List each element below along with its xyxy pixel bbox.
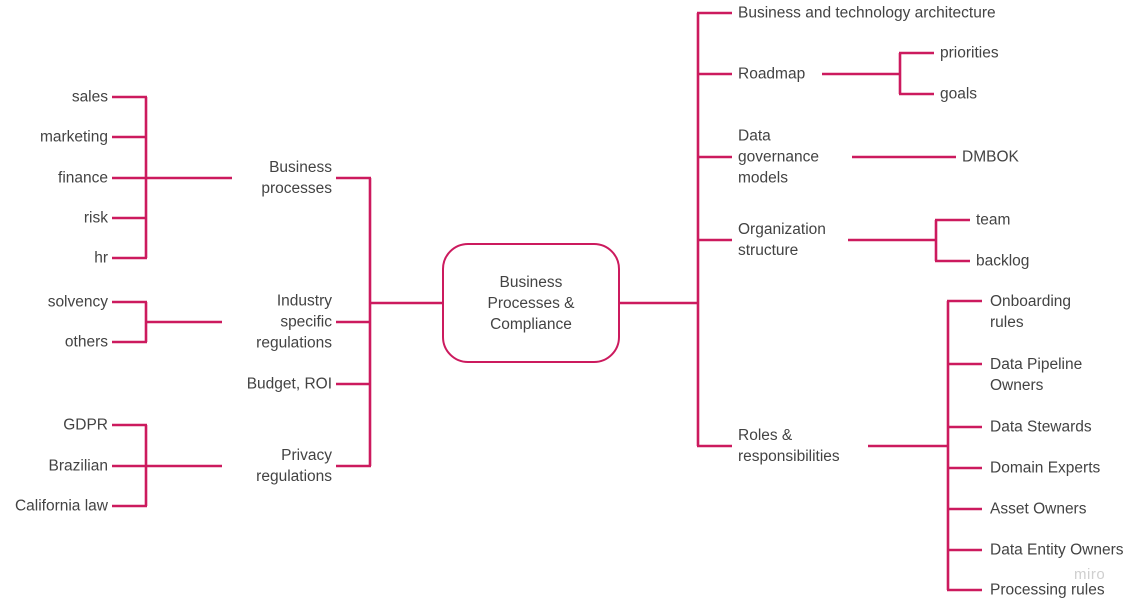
node-hr[interactable]: hr — [0, 248, 108, 269]
node-goals[interactable]: goals — [940, 84, 1090, 105]
node-dmbok[interactable]: DMBOK — [962, 147, 1112, 168]
node-processing-rules[interactable]: Processing rules — [990, 580, 1140, 601]
node-asset-owners[interactable]: Asset Owners — [990, 499, 1140, 520]
node-data-stewards[interactable]: Data Stewards — [990, 417, 1140, 438]
node-solvency[interactable]: solvency — [0, 292, 108, 313]
mindmap-canvas: Business Processes & Compliance Business… — [0, 0, 1140, 608]
node-finance[interactable]: finance — [0, 168, 108, 189]
node-business-and-technology-architecture[interactable]: Business and technology architecture — [738, 3, 1038, 24]
node-others[interactable]: others — [0, 332, 108, 353]
miro-watermark: miro — [1074, 566, 1106, 583]
node-backlog[interactable]: backlog — [976, 251, 1126, 272]
node-california-law[interactable]: California law — [0, 496, 108, 517]
node-roles-and-responsibilities[interactable]: Roles & responsibilities — [738, 425, 888, 467]
node-data-governance-models[interactable]: Data governance models — [738, 126, 868, 189]
node-risk[interactable]: risk — [0, 208, 108, 229]
node-team[interactable]: team — [976, 210, 1126, 231]
node-sales[interactable]: sales — [0, 87, 108, 108]
node-budget-roi[interactable]: Budget, ROI — [172, 374, 332, 395]
node-domain-experts[interactable]: Domain Experts — [990, 458, 1140, 479]
node-gdpr[interactable]: GDPR — [0, 415, 108, 436]
root-node[interactable]: Business Processes & Compliance — [442, 243, 620, 363]
node-data-pipeline-owners[interactable]: Data Pipeline Owners — [990, 354, 1140, 396]
node-industry-specific-regulations[interactable]: Industry specific regulations — [172, 291, 332, 354]
node-marketing[interactable]: marketing — [0, 127, 108, 148]
node-privacy-regulations[interactable]: Privacy regulations — [172, 445, 332, 487]
node-onboarding-rules[interactable]: Onboarding rules — [990, 291, 1140, 333]
node-brazilian[interactable]: Brazilian — [0, 456, 108, 477]
node-roadmap[interactable]: Roadmap — [738, 64, 888, 85]
node-priorities[interactable]: priorities — [940, 43, 1090, 64]
node-data-entity-owners[interactable]: Data Entity Owners — [990, 540, 1140, 561]
node-business-processes[interactable]: Business processes — [172, 157, 332, 199]
node-organization-structure[interactable]: Organization structure — [738, 219, 868, 261]
